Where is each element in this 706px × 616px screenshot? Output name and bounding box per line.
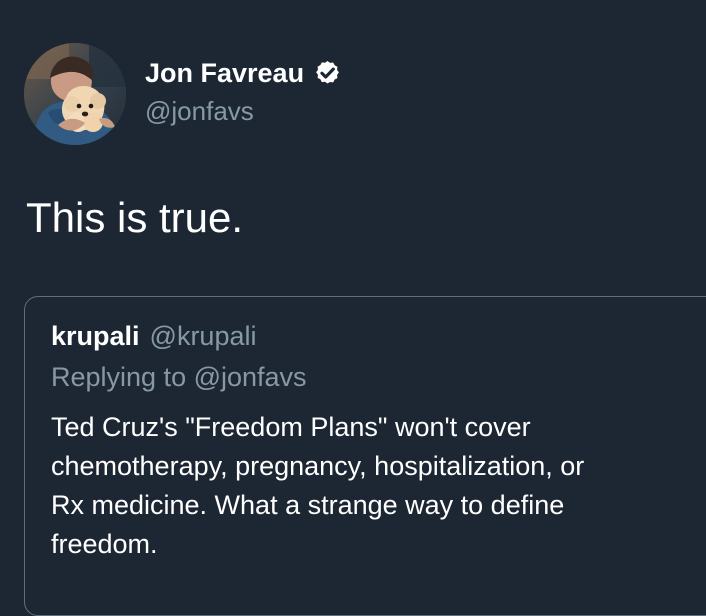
quoted-tweet-text: Ted Cruz's "Freedom Plans" won't cover c… [51,412,585,559]
author-avatar[interactable] [24,43,126,145]
tweet-card: Jon Favreau @jonfavs This is true. krupa… [0,0,706,616]
verified-badge-icon [316,60,339,84]
quoted-tweet-author-row[interactable]: krupali @krupali [51,320,256,352]
quoted-tweet-author-handle[interactable]: @krupali [150,320,257,352]
quoted-tweet-reply-context: Replying to @jonfavs [51,362,307,392]
author-name[interactable]: Jon Favreau [145,56,304,90]
quoted-tweet-card[interactable]: krupali @krupali Replying to @jonfavs Te… [24,296,706,616]
tweet-text: This is true. [26,194,244,241]
profile-photo-with-dog-icon [24,43,126,145]
author-handle[interactable]: @jonfavs [145,95,254,127]
quoted-tweet-author-name[interactable]: krupali [51,320,140,352]
author-name-row[interactable]: Jon Favreau [145,56,342,90]
